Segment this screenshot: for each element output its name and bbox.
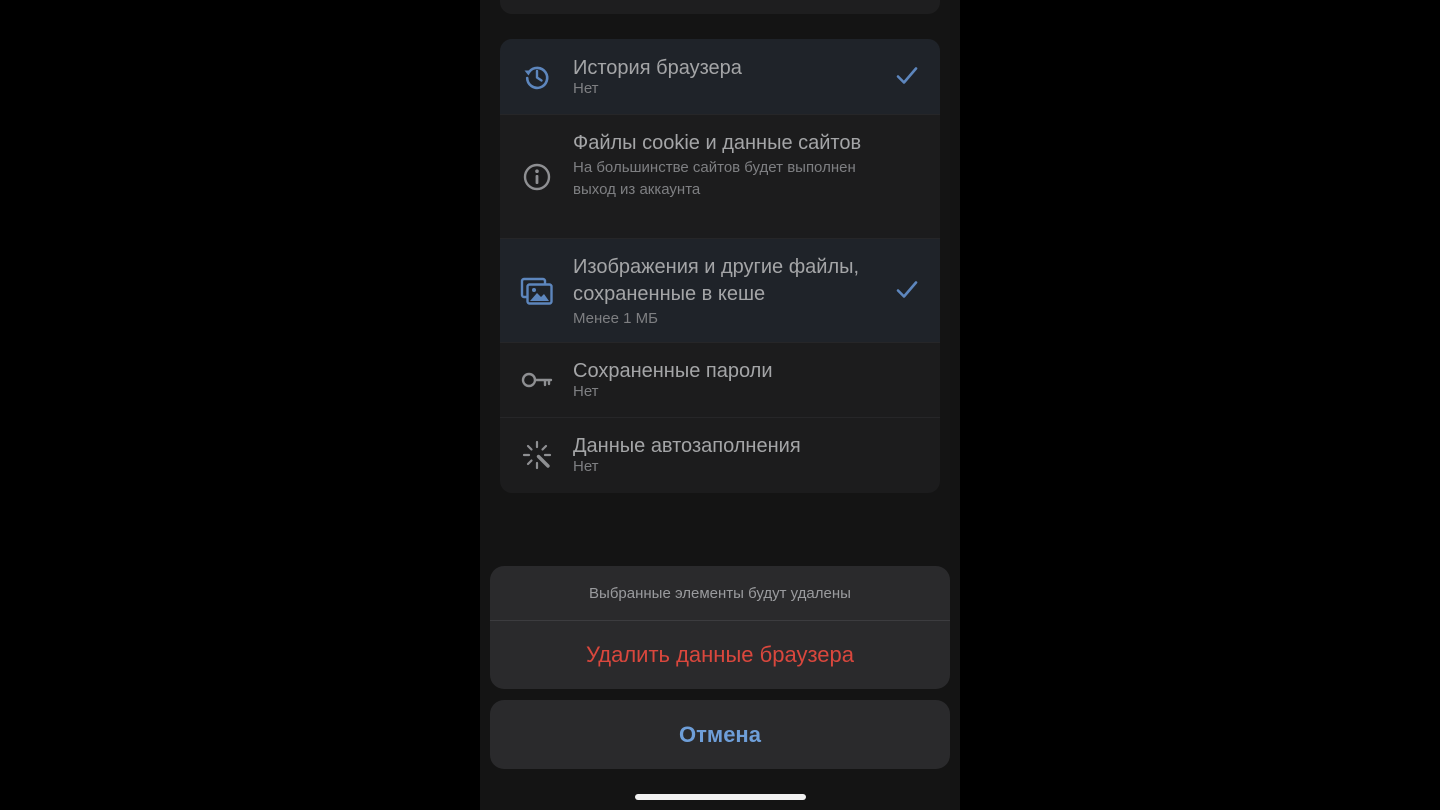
option-cookies-site-data[interactable]: Файлы cookie и данные сайтов На большинс… [500, 115, 940, 239]
option-subtitle: Менее 1 МБ [573, 310, 658, 327]
info-icon [520, 160, 554, 194]
option-cached-images-files[interactable]: Изображения и другие файлы, сохраненные … [500, 239, 940, 343]
cancel-button[interactable]: Отмена [490, 700, 950, 769]
magic-wand-icon [520, 438, 554, 472]
previous-section-card [500, 0, 940, 14]
clear-data-options-list: История браузера Нет Файлы cookie и данн… [500, 39, 940, 493]
clear-browsing-data-button[interactable]: Удалить данные браузера [490, 621, 950, 689]
option-title: Файлы cookie и данные сайтов [573, 132, 862, 154]
option-browsing-history[interactable]: История браузера Нет [500, 39, 940, 115]
checkmark-icon [896, 281, 918, 298]
home-indicator[interactable] [635, 794, 806, 800]
checkmark-icon [896, 67, 918, 84]
option-title: Изображения и другие файлы, сохраненные … [573, 256, 860, 305]
option-subtitle: На большинстве сайтов будет выполнен вых… [573, 159, 856, 198]
key-icon [520, 363, 554, 397]
option-saved-passwords[interactable]: Сохраненные пароли Нет [500, 343, 940, 418]
action-sheet-message: Выбранные элементы будут удалены [589, 584, 851, 602]
images-icon [520, 274, 554, 308]
confirm-action-sheet: Выбранные элементы будут удалены Удалить… [490, 566, 950, 689]
history-icon [520, 60, 554, 94]
phone-screen: История браузера Нет Файлы cookie и данн… [480, 0, 960, 810]
option-autofill-data[interactable]: Данные автозаполнения Нет [500, 418, 940, 493]
